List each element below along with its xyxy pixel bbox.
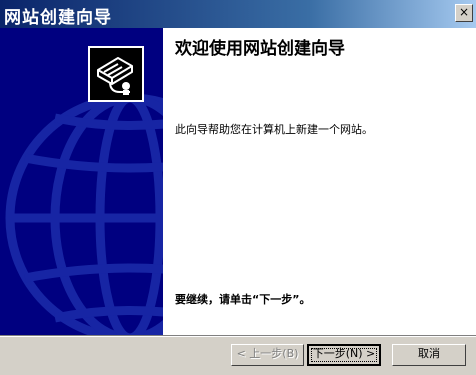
- back-button[interactable]: < 上一步(B): [231, 344, 304, 366]
- wizard-heading: 欢迎使用网站创建向导: [175, 39, 345, 59]
- focus-rect: [311, 348, 377, 362]
- wizard-window: 网站创建向导 × 欢迎使用网站创建向导 此向导帮助您在计算机上新建一个网站。 要…: [0, 0, 476, 375]
- window-title: 网站创建向导: [4, 8, 112, 28]
- wizard-content-panel: 欢迎使用网站创建向导 此向导帮助您在计算机上新建一个网站。 要继续，请单击“下一…: [163, 28, 476, 335]
- title-bar[interactable]: 网站创建向导 ×: [0, 0, 476, 28]
- wizard-side-panel: [0, 28, 163, 335]
- website-wizard-icon: [88, 46, 144, 102]
- wizard-description: 此向导帮助您在计算机上新建一个网站。: [175, 123, 373, 136]
- button-divider-highlight: [0, 336, 476, 337]
- cancel-button[interactable]: 取消: [392, 344, 466, 366]
- close-icon[interactable]: ×: [455, 4, 473, 22]
- next-button[interactable]: 下一步(N) >: [307, 344, 381, 366]
- continue-instruction: 要继续，请单击“下一步”。: [175, 293, 311, 306]
